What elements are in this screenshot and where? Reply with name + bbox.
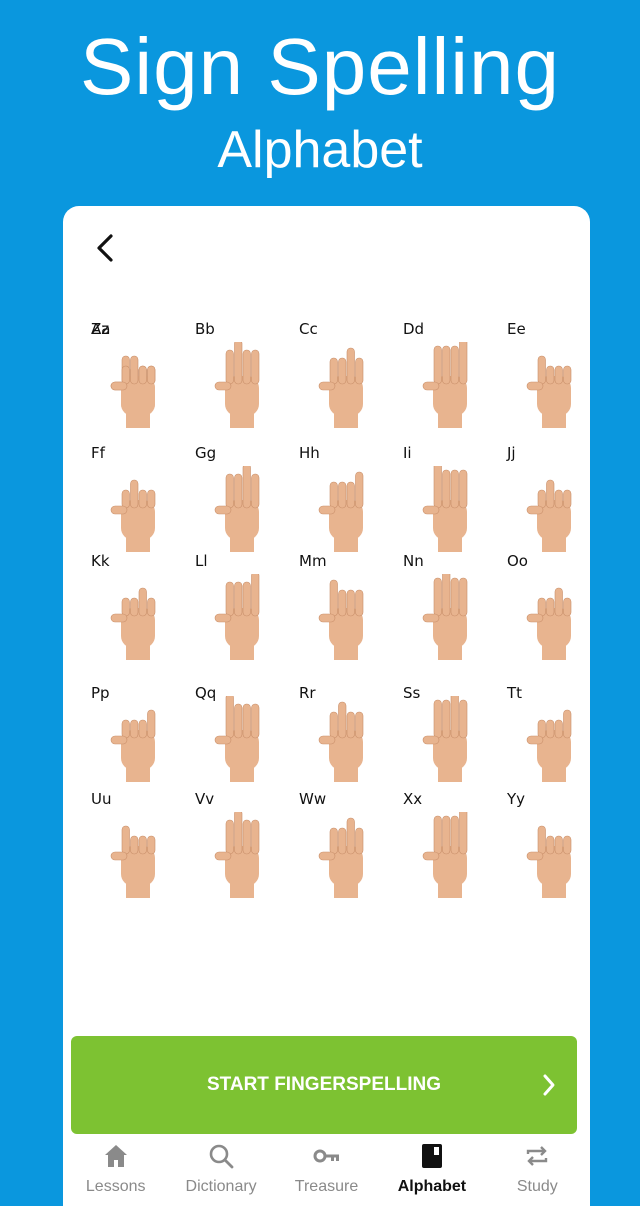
hand-sign-b-icon [214,342,260,428]
sign-b[interactable]: Bb [187,316,291,440]
hand-sign-v-icon [214,812,260,898]
sign-letter-label: Zz [91,320,110,338]
app-screen: Aa Bb Cc Dd Ee Ff Gg Hh Ii Jj Kk Ll Mm Nn Oo Pp Qq Rr Ss Tt… [63,206,590,1206]
sign-letter-label: Cc [299,320,318,338]
tab-dictionary[interactable]: Dictionary [168,1136,273,1206]
sign-h[interactable]: Hh [291,440,395,564]
hand-sign-e-icon [526,355,572,428]
sign-u[interactable]: Uu [83,786,187,910]
sign-f[interactable]: Ff [83,440,187,564]
tab-label: Dictionary [185,1178,257,1195]
sign-v[interactable]: Vv [187,786,291,910]
search-icon [207,1142,235,1170]
hand-sign-z-icon [110,355,156,428]
hand-sign-d-icon [422,342,468,428]
sign-w[interactable]: Ww [291,786,395,910]
hand-sign-o-icon [526,587,572,660]
sign-letter-label: Tt [507,684,523,702]
tab-label: Lessons [85,1178,146,1195]
start-fingerspelling-label: START FINGERSPELLING [207,1074,441,1095]
sign-c[interactable]: Cc [291,316,395,440]
hand-sign-l-icon [214,574,260,660]
sign-g[interactable]: Gg [187,440,291,564]
tab-lessons[interactable]: Lessons [63,1136,168,1206]
sign-e[interactable]: Ee [499,316,590,440]
hand-sign-t-icon [526,709,572,782]
tab-study[interactable]: Study [485,1136,590,1206]
sign-letter-label: Gg [195,444,217,462]
sign-letter-label: Oo [507,552,528,570]
sign-t[interactable]: Tt [499,670,590,794]
hand-sign-s-icon [422,696,468,782]
hand-sign-w-icon [318,817,364,898]
hand-sign-n-icon [422,574,468,660]
key-icon [313,1142,341,1170]
chevron-right-icon [543,1074,555,1096]
sign-letter-label: Ll [195,552,208,570]
sign-letter-label: Dd [403,320,425,338]
hand-sign-y-icon [526,825,572,898]
start-fingerspelling-button[interactable]: START FINGERSPELLING [71,1036,577,1134]
hand-sign-m-icon [318,579,364,660]
sign-n[interactable]: Nn [395,548,499,672]
sign-letter-label: Ff [91,444,105,462]
hand-sign-g-icon [214,466,260,552]
sign-letter-label: Vv [195,790,215,808]
sign-k[interactable]: Kk [83,548,187,672]
sign-s[interactable]: Ss [395,670,499,794]
tab-label: Alphabet [397,1178,467,1195]
sign-o[interactable]: Oo [499,548,590,672]
sign-d[interactable]: Dd [395,316,499,440]
sign-letter-label: Mm [299,552,327,570]
hand-sign-j-icon [526,479,572,552]
tab-treasure[interactable]: Treasure [274,1136,379,1206]
hand-sign-x-icon [422,812,468,898]
home-icon [102,1142,130,1170]
sign-letter-label: Nn [403,552,424,570]
sign-l[interactable]: Ll [187,548,291,672]
sign-y[interactable]: Yy [499,786,590,910]
sign-r[interactable]: Rr [291,670,395,794]
sign-x[interactable]: Xx [395,786,499,910]
tab-label: Study [516,1178,558,1195]
sign-q[interactable]: Qq [187,670,291,794]
sign-z[interactable]: Zz [83,316,187,440]
sign-letter-label: Kk [91,552,110,570]
hand-sign-i-icon [422,466,468,552]
sign-letter-label: Ee [507,320,526,338]
sign-p[interactable]: Pp [83,670,187,794]
hand-sign-c-icon [318,347,364,428]
sign-letter-label: Uu [91,790,112,808]
sign-letter-label: Bb [195,320,215,338]
tab-alphabet[interactable]: Alphabet [379,1136,484,1206]
hand-sign-k-icon [110,587,156,660]
sign-letter-label: Ww [299,790,327,808]
sign-i[interactable]: Ii [395,440,499,564]
back-button[interactable] [85,228,125,268]
promo-subtitle: Alphabet [217,121,423,179]
hand-sign-p-icon [110,709,156,782]
sign-letter-label: Jj [507,444,516,462]
tab-label: Treasure [294,1178,359,1195]
book-icon [418,1142,446,1170]
sign-letter-label: Ii [403,444,412,462]
hand-sign-q-icon [214,696,260,782]
hand-sign-u-icon [110,825,156,898]
chevron-left-icon [97,234,113,262]
hand-sign-h-icon [318,471,364,552]
promo-title: Sign Spelling [80,22,560,111]
hand-sign-f-icon [110,479,156,552]
repeat-icon [523,1142,551,1170]
bottom-tab-bar: Lessons Dictionary Treasure Alphabet Stu… [63,1136,590,1206]
sign-m[interactable]: Mm [291,548,395,672]
sign-j[interactable]: Jj [499,440,590,564]
sign-letter-label: Xx [403,790,423,808]
hand-sign-r-icon [318,701,364,782]
sign-letter-label: Hh [299,444,320,462]
sign-letter-label: Yy [507,790,526,808]
